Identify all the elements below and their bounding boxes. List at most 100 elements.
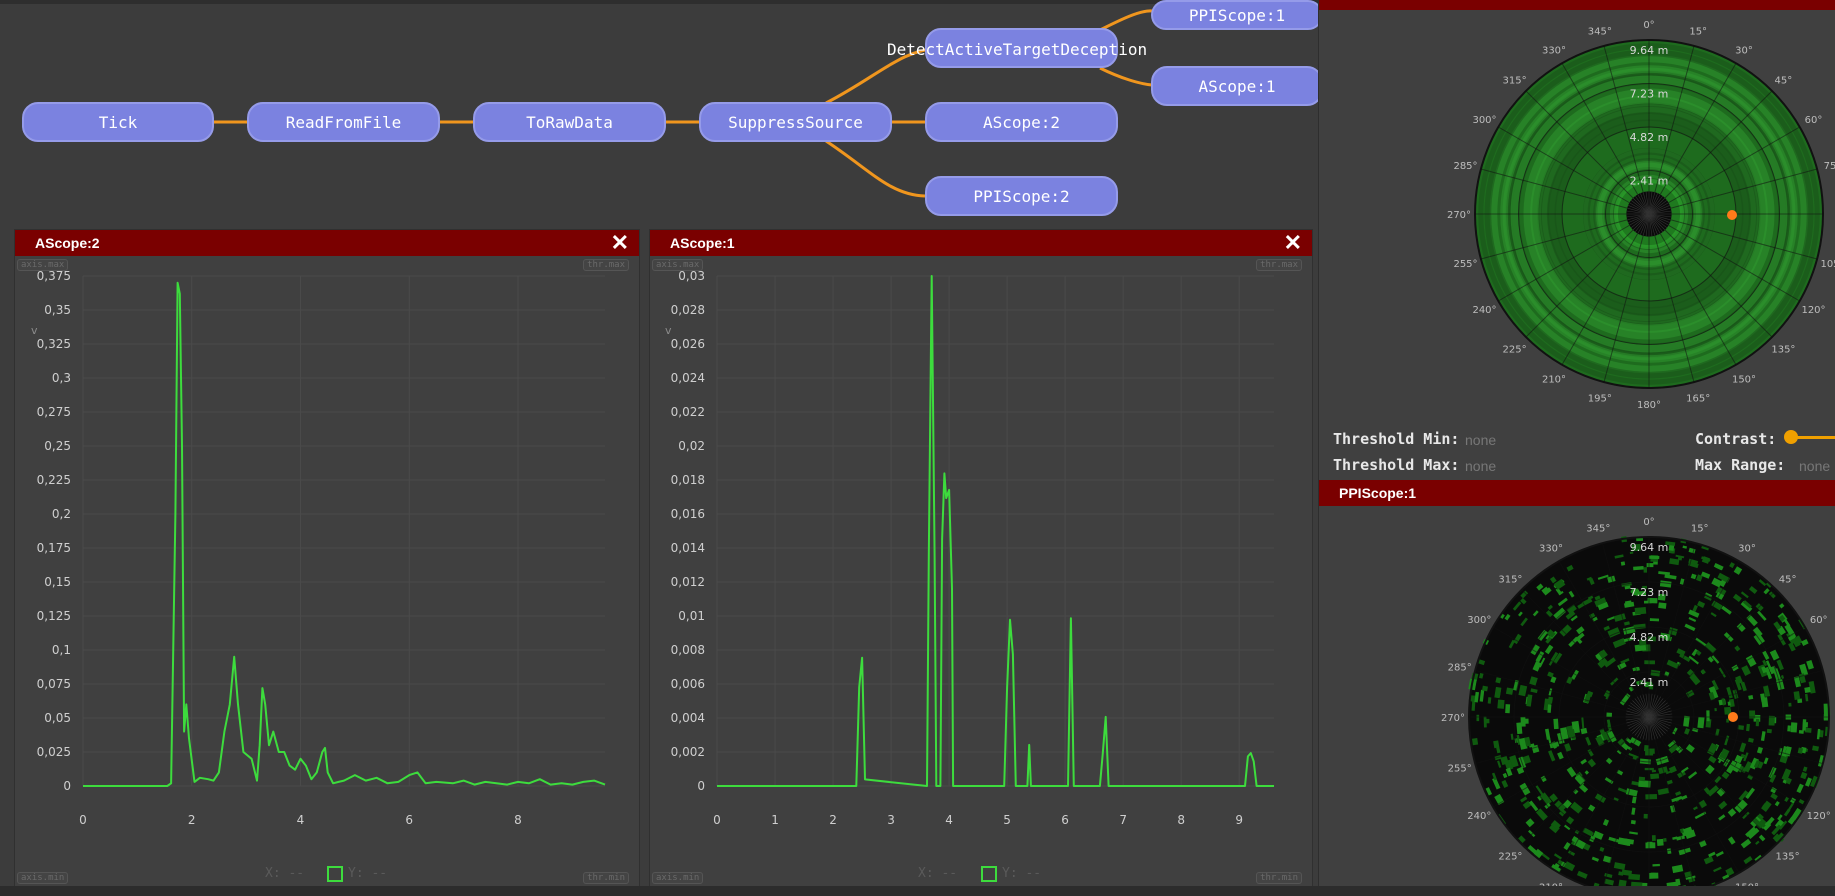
- x-tick-label: 2: [188, 813, 196, 827]
- edge-detect-ppi1: [1099, 9, 1153, 32]
- y-tick-label: 0,375: [37, 269, 71, 283]
- ppi-speckle: [1485, 718, 1490, 724]
- node-ppiscope-1[interactable]: PPIScope:1: [1151, 0, 1323, 30]
- node-to-raw-data[interactable]: ToRawData: [473, 102, 666, 142]
- ppi-top-header-strip: [1319, 0, 1835, 10]
- ppi1-scope[interactable]: 9.64 m 7.23 m 4.82 m 2.41 m 0° 15° 30° 45° 60° 12…: [1319, 506, 1835, 886]
- node-detect-label: DetectActiveTargetDeception: [887, 40, 1148, 59]
- y-tick-label: 0: [63, 779, 71, 793]
- y-tick-label: 0,026: [671, 337, 705, 351]
- ppi-angle-label: 240°: [1472, 305, 1496, 316]
- ascope2-readout-x: X: --: [265, 866, 305, 881]
- x-tick-label: 2: [829, 813, 837, 827]
- y-tick-label: 0: [697, 779, 705, 793]
- ppi-range-label: 9.64 m: [1630, 44, 1669, 57]
- ascope2-chart[interactable]: 0 0,025 0,05 0,075 0,1 0,125 0,15 0,175 0,2 0,225…: [15, 256, 641, 856]
- ppi-angle-label: 315°: [1498, 574, 1522, 585]
- ppi-speckle: [1645, 793, 1658, 800]
- ppi-speckle: [1634, 607, 1647, 615]
- y-tick-label: 0,004: [671, 711, 705, 725]
- ascope2-axis-min-tag[interactable]: axis.min: [17, 872, 69, 884]
- ascope2-title: AScope:2: [35, 235, 100, 251]
- y-tick-label: 0,024: [671, 371, 705, 385]
- bottom-scrollbar[interactable]: [0, 886, 1835, 896]
- ppi-angle-label: 300°: [1472, 115, 1496, 126]
- y-tick-label: 0,075: [37, 677, 71, 691]
- ppi-angle-label: 135°: [1771, 344, 1795, 355]
- ppi-speckle: [1649, 618, 1660, 622]
- y-tick-label: 0,014: [671, 541, 705, 555]
- threshold-min-value[interactable]: none: [1465, 432, 1496, 448]
- threshold-min-label: Threshold Min:: [1333, 430, 1460, 448]
- ascope2-thr-min-tag[interactable]: thr.min: [583, 872, 629, 884]
- y-tick-label: 0,35: [44, 303, 71, 317]
- threshold-max-value[interactable]: none: [1465, 458, 1496, 474]
- ppi-angle-label: 120°: [1801, 305, 1825, 316]
- ppi-angle-label: 150°: [1732, 375, 1756, 386]
- y-tick-label: 0,006: [671, 677, 705, 691]
- ppi-speckle: [1788, 702, 1792, 707]
- ppi1-header[interactable]: PPIScope:1: [1319, 480, 1835, 506]
- node-tick[interactable]: Tick: [22, 102, 214, 142]
- ascope1-thr-min-tag[interactable]: thr.min: [1256, 872, 1302, 884]
- y-tick-label: 0,028: [671, 303, 705, 317]
- ppi-speckle: [1668, 545, 1675, 551]
- ppi-range-label: 2.41 m: [1630, 676, 1669, 689]
- ascope1-chart[interactable]: 0 0,002 0,004 0,006 0,008 0,01 0,012 0,014 0,016…: [650, 256, 1314, 856]
- ppi-angle-label: 255°: [1453, 259, 1477, 270]
- y-tick-label: 0,022: [671, 405, 705, 419]
- x-tick-label: 5: [1003, 813, 1011, 827]
- ppi-angle-label: 345°: [1586, 524, 1610, 535]
- ppi-speckle: [1755, 719, 1760, 727]
- x-tick-label: 6: [405, 813, 413, 827]
- x-tick-label: 4: [297, 813, 305, 827]
- y-tick-label: 0,25: [44, 439, 71, 453]
- ppi-angle-label: 315°: [1503, 76, 1527, 87]
- node-ascope-2[interactable]: AScope:2: [925, 102, 1118, 142]
- ppi-speckle: [1646, 748, 1655, 755]
- ppi-speckle: [1663, 838, 1667, 842]
- y-tick-label: 0,016: [671, 507, 705, 521]
- ppi1-title: PPIScope:1: [1339, 485, 1417, 501]
- ppi-angle-label: 330°: [1539, 543, 1563, 554]
- contrast-slider-handle[interactable]: [1784, 430, 1798, 444]
- ppi-speckle: [1648, 872, 1659, 879]
- ppi-speckle: [1648, 555, 1660, 560]
- max-range-label: Max Range:: [1695, 456, 1786, 474]
- chart-grid: [716, 275, 1274, 787]
- ppi-angle-label: 105°: [1820, 259, 1835, 270]
- ppi-speckle: [1646, 563, 1654, 568]
- x-tick-label: 8: [1177, 813, 1185, 827]
- node-suppress-source[interactable]: SuppressSource: [699, 102, 892, 142]
- ppi-angle-label: 30°: [1738, 543, 1756, 554]
- node-read-from-file[interactable]: ReadFromFile: [247, 102, 440, 142]
- x-tick-label: 8: [514, 813, 522, 827]
- ppi-speckle: [1658, 602, 1667, 609]
- ppi-angle-label: 0°: [1643, 20, 1654, 31]
- node-ascope-1[interactable]: AScope:1: [1151, 66, 1323, 106]
- ppi-range-label: 2.41 m: [1630, 175, 1669, 188]
- ascope1-header[interactable]: AScope:1 ✕: [650, 230, 1312, 256]
- ppi-angle-label: 300°: [1467, 615, 1491, 626]
- node-ppiscope-2[interactable]: PPIScope:2: [925, 176, 1118, 216]
- ascope2-header[interactable]: AScope:2 ✕: [15, 230, 639, 256]
- ppi-speckle: [1714, 707, 1717, 712]
- ascope1-close-icon[interactable]: ✕: [1284, 232, 1302, 254]
- ppi-speckle: [1497, 699, 1505, 709]
- ppi-angle-label: 165°: [1686, 394, 1710, 405]
- max-range-value[interactable]: none: [1799, 458, 1830, 474]
- ascope2-readout-y: Y: --: [348, 866, 388, 881]
- ppi-speckle: [1697, 716, 1705, 729]
- ppi-angle-label: 285°: [1448, 662, 1472, 673]
- y-tick-label: 0,325: [37, 337, 71, 351]
- x-tick-label: 0: [79, 813, 87, 827]
- y-axis-unit-label: v: [665, 324, 672, 337]
- ppi-angle-label: 285°: [1453, 161, 1477, 172]
- ppi-speckle: [1547, 704, 1552, 713]
- y-axis-unit-label: v: [31, 324, 38, 337]
- ascope1-axis-min-tag[interactable]: axis.min: [652, 872, 704, 884]
- ppi-angle-label: 30°: [1735, 46, 1753, 57]
- ppi-top-scope[interactable]: 9.64 m 7.23 m 4.82 m 2.41 m 0° 15° 30° 45° 60° 75…: [1319, 14, 1835, 422]
- ppi-speckle: [1643, 813, 1648, 819]
- ascope2-close-icon[interactable]: ✕: [611, 232, 629, 254]
